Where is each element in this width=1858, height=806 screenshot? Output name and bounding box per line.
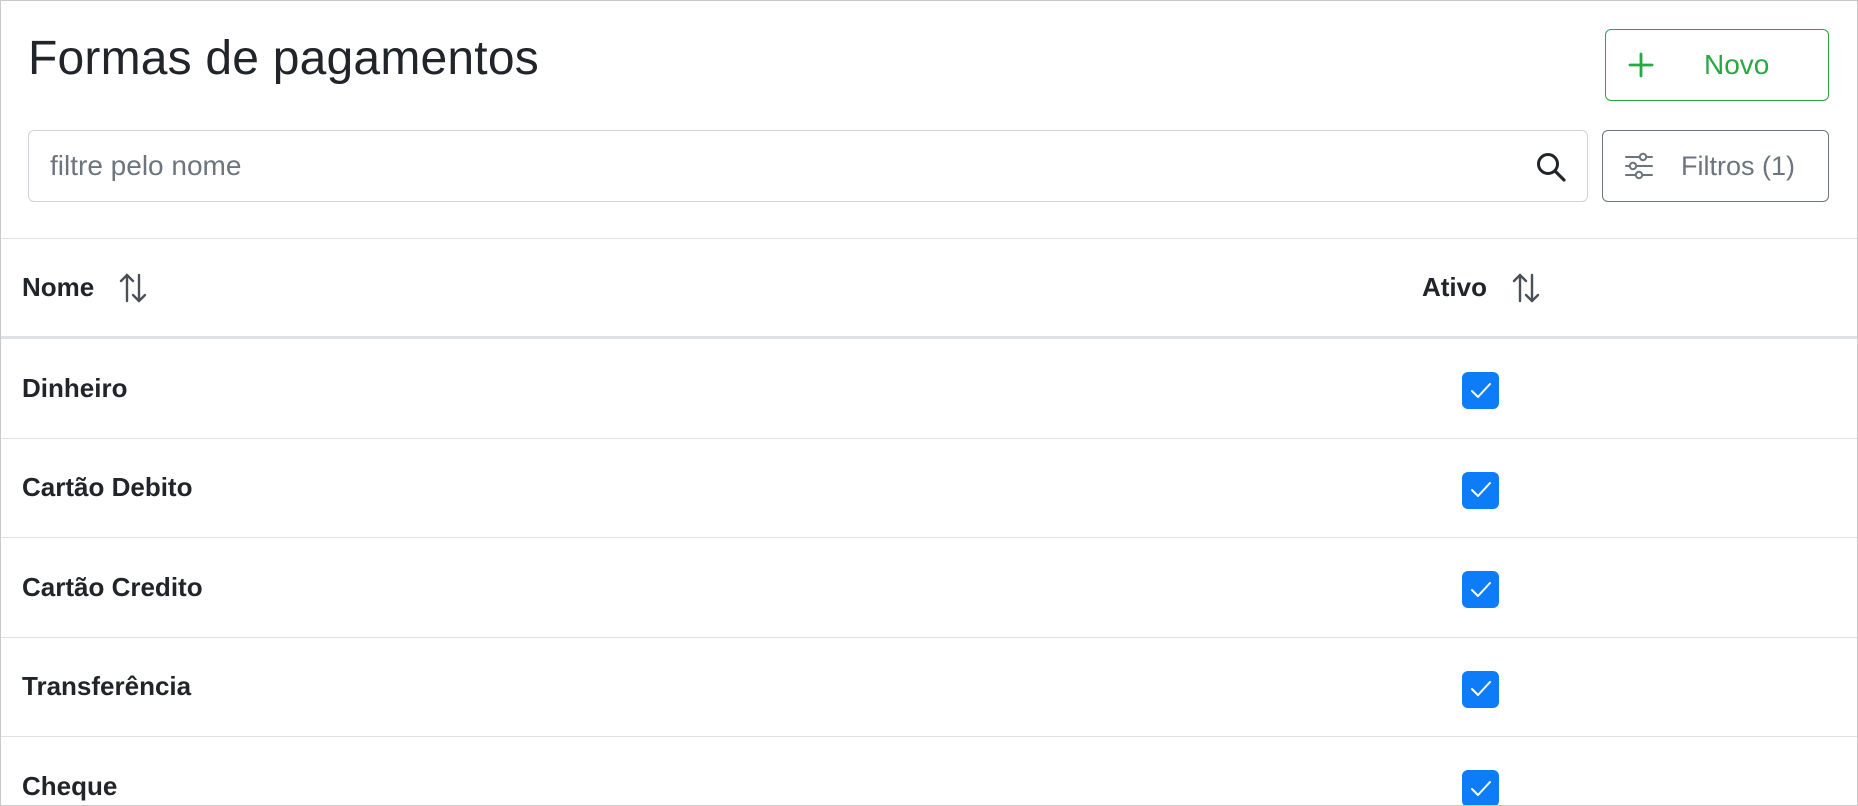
active-checkbox[interactable] — [1462, 571, 1499, 608]
row-name: Dinheiro — [22, 372, 128, 403]
table-header: Nome Ativo — [1, 239, 1857, 339]
active-checkbox[interactable] — [1462, 670, 1499, 708]
table-row[interactable]: Cartão Debito — [1, 439, 1857, 538]
row-name: Cheque — [22, 770, 118, 801]
search-box — [28, 130, 1588, 202]
row-name: Cartão Debito — [22, 472, 193, 503]
table-row[interactable]: Transferência — [1, 638, 1857, 737]
row-name: Transferência — [22, 671, 192, 702]
plus-icon — [1626, 50, 1656, 80]
column-header-active[interactable]: Ativo — [1422, 239, 1543, 336]
active-checkbox[interactable] — [1462, 471, 1499, 509]
page-title: Formas de pagamentos — [28, 32, 539, 85]
active-checkbox[interactable] — [1462, 372, 1499, 409]
table-row[interactable]: Cartão Credito — [1, 538, 1857, 638]
filters-button-label: Filtros (1) — [1681, 150, 1795, 181]
active-checkbox[interactable] — [1462, 770, 1499, 805]
sort-arrows-icon[interactable] — [116, 271, 150, 305]
search-input[interactable] — [29, 131, 1587, 201]
sliders-icon — [1623, 150, 1655, 182]
filters-button[interactable]: Filtros (1) — [1602, 130, 1829, 202]
search-icon[interactable] — [1535, 151, 1567, 183]
new-button-label: Novo — [1704, 49, 1770, 80]
column-header-label: Nome — [22, 272, 95, 302]
column-header-label: Ativo — [1422, 272, 1487, 302]
payment-methods-table: Nome Ativo Dinheiro Cartão Debito Cartão… — [1, 238, 1857, 805]
table-row[interactable]: Cheque — [1, 737, 1857, 805]
new-button[interactable]: Novo — [1605, 29, 1829, 101]
column-header-name[interactable]: Nome — [22, 239, 150, 336]
sort-arrows-icon[interactable] — [1509, 271, 1543, 305]
row-name: Cartão Credito — [22, 571, 203, 602]
table-row[interactable]: Dinheiro — [1, 339, 1857, 439]
app-frame: Formas de pagamentos Novo filtre pelo no… — [0, 0, 1858, 806]
